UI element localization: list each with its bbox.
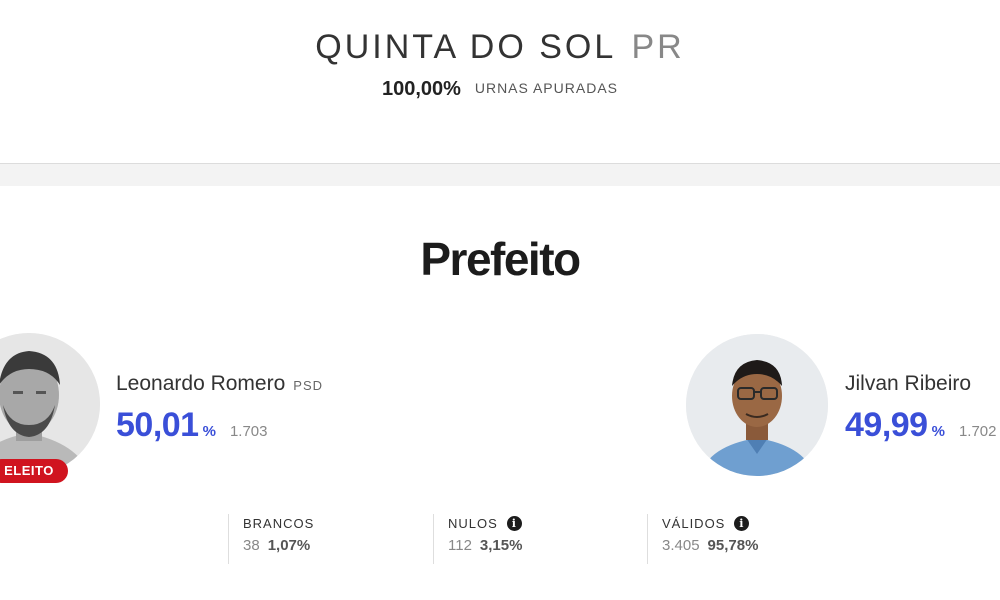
percent-sign: %	[202, 423, 216, 440]
info-icon[interactable]: i	[506, 516, 522, 531]
candidate-vote: 49,99% 1.702	[845, 406, 996, 445]
stat-values: 112 3,15%	[448, 537, 522, 554]
candidate-percent: 50,01	[116, 406, 199, 444]
stat-label: BRANCOS	[243, 516, 315, 531]
stat-validos: VÁLIDOS i 3.405 95,78%	[647, 514, 758, 564]
candidate-name: Leonardo Romero PSD	[116, 372, 323, 396]
candidate-photo-jilvan-ribeiro	[686, 334, 828, 476]
counting-status: 100,00% URNAS APURADAS	[0, 78, 1000, 101]
section-separator	[0, 164, 1000, 186]
urnas-label: URNAS APURADAS	[474, 80, 618, 96]
candidate-votes: 1.702	[958, 423, 997, 440]
city-name: QUINTA DO SOL	[315, 28, 616, 66]
candidate-vote: 50,01% 1.703	[116, 406, 267, 445]
stat-nulos: NULOS i 112 3,15%	[433, 514, 522, 564]
office-title: Prefeito	[420, 233, 581, 285]
candidate-percent: 49,99	[845, 406, 928, 444]
info-icon[interactable]: i	[734, 516, 750, 531]
candidate-photo-leonardo-romero	[0, 333, 100, 475]
stat-label-wrap: VÁLIDOS i	[662, 516, 758, 531]
percent-sign: %	[931, 423, 945, 440]
stat-label: NULOS	[448, 516, 498, 531]
stat-percent: 3,15%	[479, 537, 523, 554]
stat-label: VÁLIDOS	[662, 516, 726, 531]
elected-badge: ELEITO	[0, 459, 68, 483]
candidate-name-text: Jilvan Ribeiro	[845, 372, 972, 395]
stat-label-wrap: BRANCOS	[243, 516, 314, 531]
stat-count: 38	[243, 537, 260, 554]
candidate-party: PSD	[293, 378, 324, 393]
state-code: PR	[631, 28, 685, 66]
stat-values: 3.405 95,78%	[662, 537, 758, 554]
stat-percent: 95,78%	[707, 537, 759, 554]
candidate-name-text: Leonardo Romero	[116, 372, 286, 395]
candidate-name: Jilvan Ribeiro	[845, 372, 971, 396]
stat-values: 38 1,07%	[243, 537, 314, 554]
stat-label-wrap: NULOS i	[448, 516, 522, 531]
urnas-percent: 100,00%	[381, 78, 461, 100]
stat-count: 3.405	[662, 537, 700, 554]
stat-count: 112	[448, 537, 472, 554]
results-header: QUINTA DO SOL PR 100,00% URNAS APURADAS	[0, 0, 1000, 163]
stat-brancos: BRANCOS 38 1,07%	[228, 514, 314, 564]
city-title: QUINTA DO SOL PR	[0, 28, 1000, 67]
candidate-votes: 1.703	[229, 423, 268, 440]
stat-percent: 1,07%	[267, 537, 311, 554]
